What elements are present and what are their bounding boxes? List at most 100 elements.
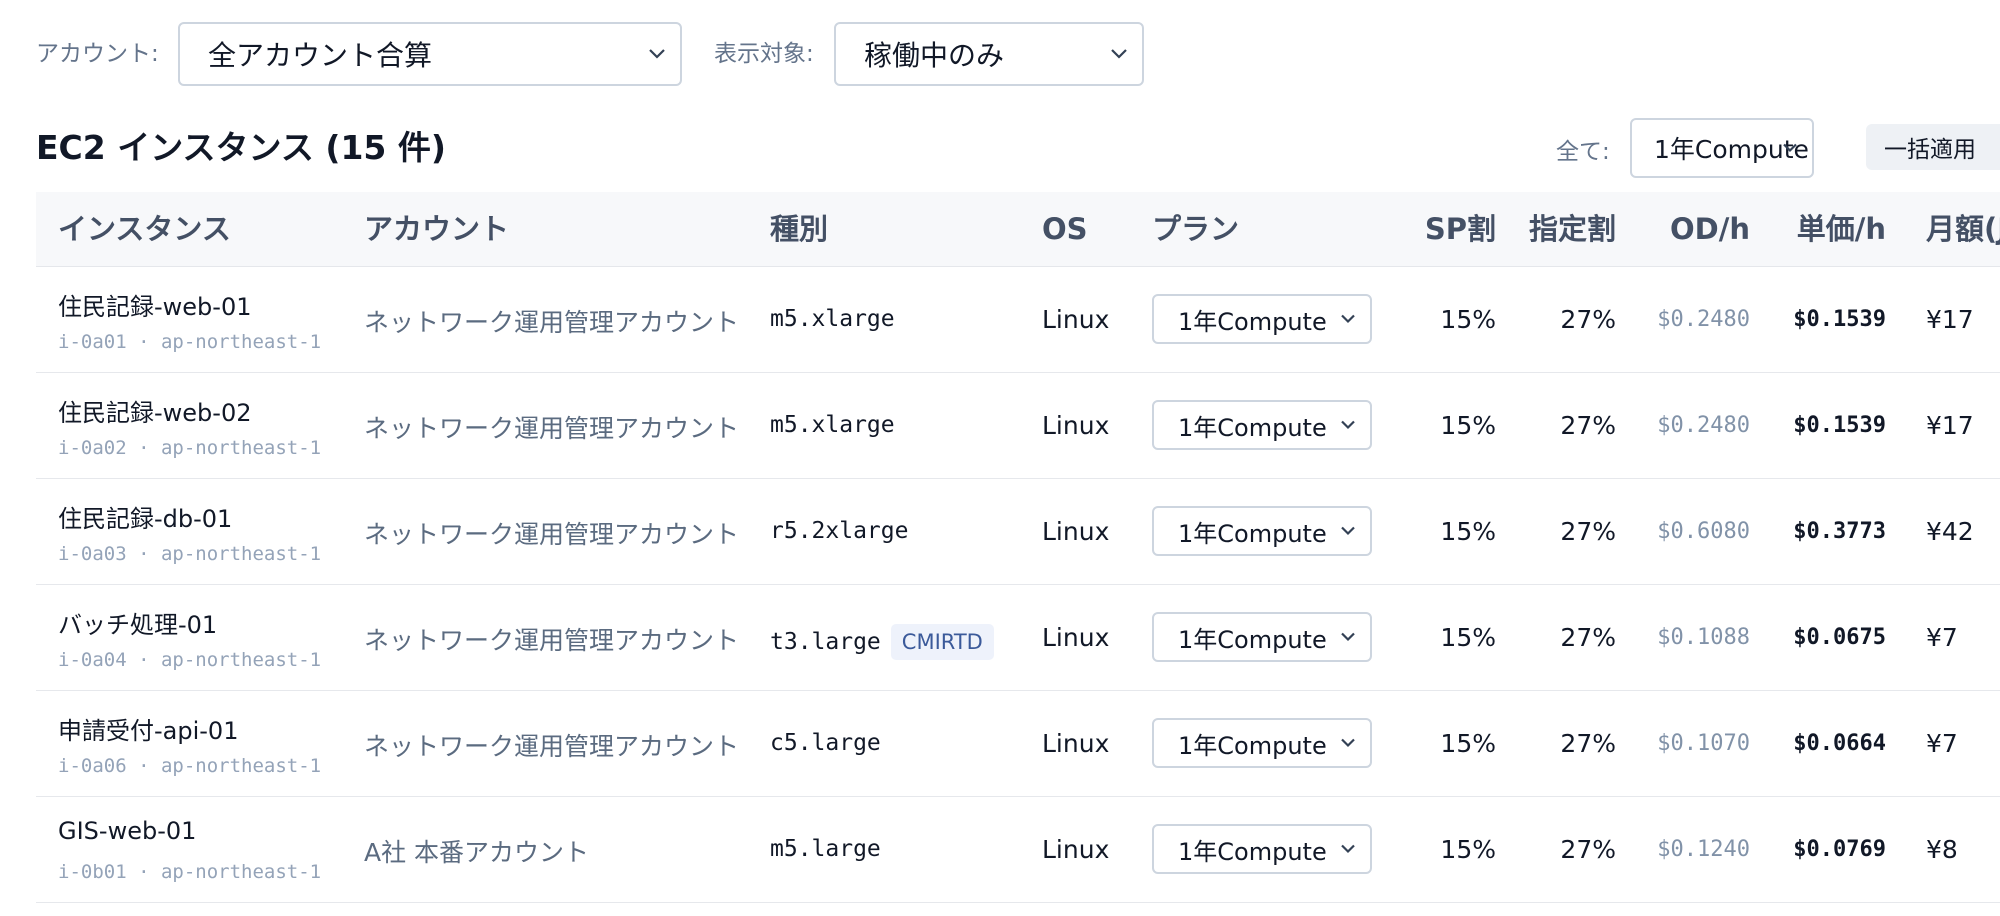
- instance-type-value: c5.large: [770, 730, 881, 756]
- target-filter-label: 表示対象:: [714, 41, 814, 67]
- account-name: ネットワーク運用管理アカウント: [364, 520, 740, 549]
- monthly-cost: ¥17: [1926, 305, 1974, 334]
- instance-id-region: i-0b01 · ap-northeast-1: [58, 861, 322, 883]
- designated-discount: 27%: [1560, 729, 1616, 758]
- target-select[interactable]: 稼働中のみ: [834, 22, 1144, 86]
- filter-bar: アカウント: 全アカウント合算 表示対象: 稼働中のみ: [0, 0, 2000, 108]
- instance-type: m5.xlarge: [770, 306, 895, 332]
- instance-name: 申請受付-api-01: [58, 717, 239, 745]
- table-row[interactable]: 住民記録-db-01 i-0a03 · ap-northeast-1 ネットワーク運…: [36, 479, 2000, 585]
- header-sp-discount[interactable]: SP割: [1396, 192, 1496, 266]
- sp-discount: 15%: [1440, 305, 1496, 334]
- instance-type-value: t3.large: [770, 629, 881, 655]
- instance-type-value: m5.xlarge: [770, 412, 895, 438]
- chevron-down-icon: [1340, 844, 1356, 855]
- chevron-down-icon: [1782, 143, 1798, 154]
- plan-select-value: 1年Compute: [1178, 837, 1327, 866]
- plan-select-value: 1年Compute: [1178, 413, 1327, 442]
- instance-id-region: i-0a03 · ap-northeast-1: [58, 543, 322, 565]
- chevron-down-icon: [648, 48, 666, 60]
- account-select-value: 全アカウント合算: [208, 39, 433, 72]
- chevron-down-icon: [1110, 48, 1128, 60]
- account-filter-label: アカウント:: [36, 41, 159, 67]
- instance-type: t3.large CMIRTD: [770, 624, 994, 660]
- os-value: Linux: [1042, 411, 1110, 440]
- chevron-down-icon: [1340, 738, 1356, 749]
- plan-select-value: 1年Compute: [1178, 307, 1327, 336]
- header-instance[interactable]: インスタンス: [58, 192, 231, 266]
- instance-id-region: i-0a02 · ap-northeast-1: [58, 437, 322, 459]
- sp-discount: 15%: [1440, 835, 1496, 864]
- header-plan[interactable]: プラン: [1152, 192, 1239, 266]
- plan-select-value: 1年Compute: [1178, 731, 1327, 760]
- table-row[interactable]: 住民記録-web-02 i-0a02 · ap-northeast-1 ネットワーク…: [36, 373, 2000, 479]
- header-designated-discount[interactable]: 指定割: [1506, 192, 1616, 266]
- instance-id-region: i-0a01 · ap-northeast-1: [58, 331, 322, 353]
- account-name: ネットワーク運用管理アカウント: [364, 626, 740, 655]
- instance-name: 住民記録-web-01: [58, 293, 252, 321]
- instance-type: m5.xlarge: [770, 412, 895, 438]
- designated-discount: 27%: [1560, 623, 1616, 652]
- chevron-down-icon: [1340, 526, 1356, 537]
- account-name: ネットワーク運用管理アカウント: [364, 414, 740, 443]
- instances-table: インスタンス アカウント 種別 OS プラン SP割 指定割 OD/h 単価/h…: [36, 192, 2000, 916]
- sp-discount: 15%: [1440, 623, 1496, 652]
- os-value: Linux: [1042, 729, 1110, 758]
- plan-select[interactable]: 1年Compute: [1152, 718, 1372, 768]
- os-value: Linux: [1042, 835, 1110, 864]
- plan-select[interactable]: 1年Compute: [1152, 294, 1372, 344]
- plan-select-value: 1年Compute: [1178, 625, 1327, 654]
- instance-type-value: m5.xlarge: [770, 306, 895, 332]
- instance-type: m5.large: [770, 836, 881, 862]
- bulk-apply-button[interactable]: 一括適用: [1866, 124, 2000, 170]
- type-badge: CMIRTD: [890, 624, 994, 660]
- unit-hourly-price: $0.1539: [1793, 307, 1886, 332]
- os-value: Linux: [1042, 305, 1110, 334]
- monthly-cost: ¥17: [1926, 411, 1974, 440]
- header-od-hourly[interactable]: OD/h: [1630, 192, 1750, 266]
- od-hourly-price: $0.2480: [1657, 307, 1750, 332]
- instance-type: c5.large: [770, 730, 881, 756]
- sp-discount: 15%: [1440, 411, 1496, 440]
- table-row[interactable]: 住民記録-web-01 i-0a01 · ap-northeast-1 ネットワーク…: [36, 267, 2000, 373]
- plan-select[interactable]: 1年Compute: [1152, 612, 1372, 662]
- monthly-cost: ¥7: [1926, 623, 1958, 652]
- chevron-down-icon: [1340, 420, 1356, 431]
- designated-discount: 27%: [1560, 305, 1616, 334]
- bulk-plan-select[interactable]: 1年Compute: [1630, 118, 1814, 178]
- instance-type-value: m5.large: [770, 836, 881, 862]
- unit-hourly-price: $0.3773: [1793, 519, 1886, 544]
- designated-discount: 27%: [1560, 411, 1616, 440]
- unit-hourly-price: $0.0675: [1793, 625, 1886, 650]
- instance-type-value: r5.2xlarge: [770, 518, 909, 544]
- plan-select[interactable]: 1年Compute: [1152, 506, 1372, 556]
- chevron-down-icon: [1340, 314, 1356, 325]
- designated-discount: 27%: [1560, 835, 1616, 864]
- plan-select-value: 1年Compute: [1178, 519, 1327, 548]
- account-name: ネットワーク運用管理アカウント: [364, 732, 740, 761]
- account-select[interactable]: 全アカウント合算: [178, 22, 682, 86]
- header-account[interactable]: アカウント: [364, 192, 509, 266]
- sp-discount: 15%: [1440, 729, 1496, 758]
- monthly-cost: ¥8: [1926, 835, 1958, 864]
- bulk-plan-label: 全て:: [1556, 139, 1610, 165]
- chevron-down-icon: [1340, 632, 1356, 643]
- header-type[interactable]: 種別: [770, 192, 828, 266]
- instance-id-region: i-0a04 · ap-northeast-1: [58, 649, 322, 671]
- header-unit-hourly[interactable]: 単価/h: [1756, 192, 1886, 266]
- table-row[interactable]: GIS-web-01 i-0b01 · ap-northeast-1 A社 本番アカ…: [36, 797, 2000, 903]
- section-title: EC2 インスタンス (15 件): [36, 128, 446, 167]
- instance-type: r5.2xlarge: [770, 518, 908, 544]
- header-os[interactable]: OS: [1042, 192, 1088, 266]
- account-name: ネットワーク運用管理アカウント: [364, 308, 740, 337]
- od-hourly-price: $0.2480: [1657, 413, 1750, 438]
- table-row[interactable]: 申請受付-api-01 i-0a06 · ap-northeast-1 ネットワーク…: [36, 691, 2000, 797]
- target-select-value: 稼働中のみ: [864, 39, 1005, 72]
- header-monthly[interactable]: 月額(J: [1926, 192, 2000, 266]
- table-row[interactable]: バッチ処理-01 i-0a04 · ap-northeast-1 ネットワーク運用管…: [36, 585, 2000, 691]
- plan-select[interactable]: 1年Compute: [1152, 400, 1372, 450]
- sp-discount: 15%: [1440, 517, 1496, 546]
- account-name: A社 本番アカウント: [364, 838, 590, 867]
- plan-select[interactable]: 1年Compute: [1152, 824, 1372, 874]
- od-hourly-price: $0.6080: [1657, 519, 1750, 544]
